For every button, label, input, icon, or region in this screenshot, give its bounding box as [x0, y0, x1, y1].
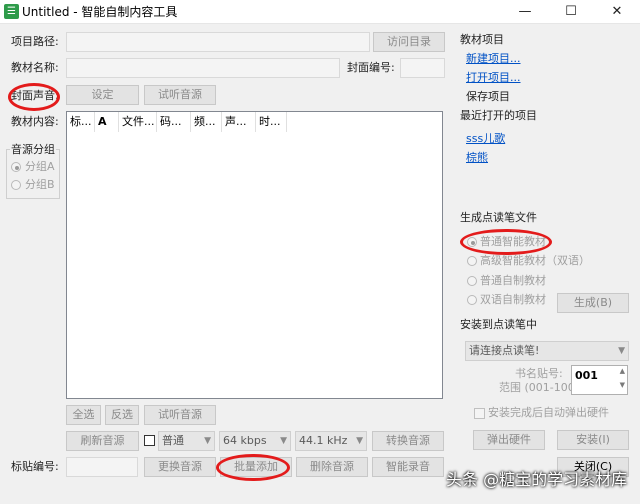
content-label: 教材内容:	[11, 115, 59, 128]
chevron-down-icon: ▼	[356, 436, 363, 446]
sticker-number-label: 标贴编号:	[11, 460, 59, 473]
generate-button[interactable]: 生成(B)	[557, 293, 629, 313]
column-header[interactable]: 声...	[222, 112, 256, 132]
sample-rate-value: 44.1 kHz	[299, 434, 348, 447]
invert-selection-button[interactable]: 反选	[105, 405, 139, 425]
project-path-input[interactable]	[66, 32, 370, 52]
textbook-name-input[interactable]	[66, 58, 340, 78]
preview-audio-button[interactable]: 试听音源	[144, 405, 216, 425]
highlight-ellipse	[460, 229, 552, 255]
highlight-ellipse	[216, 454, 290, 481]
eject-hardware-button[interactable]: 弹出硬件	[473, 430, 545, 450]
textbook-name-label: 教材名称:	[11, 61, 59, 74]
bitrate-select[interactable]: 64 kbps ▼	[219, 431, 291, 451]
visit-dir-button[interactable]: 访问目录	[373, 32, 445, 52]
quality-value: 普通	[162, 434, 184, 447]
new-project-link[interactable]: 新建项目...	[466, 51, 521, 67]
close-window-button[interactable]: ✕	[594, 0, 640, 24]
chevron-down-icon: ▼	[618, 346, 625, 356]
project-path-label: 项目路径:	[11, 35, 59, 48]
column-header[interactable]: 文件...	[119, 112, 157, 132]
book-sticker-input[interactable]: 001 ▲ ▼	[571, 365, 628, 395]
column-header[interactable]: 时...	[256, 112, 287, 132]
delete-audio-button[interactable]: 删除音源	[296, 457, 368, 477]
set-cover-sound-button[interactable]: 设定	[66, 85, 139, 105]
open-project-link[interactable]: 打开项目...	[466, 70, 521, 86]
pen-select-value: 请连接点读笔!	[469, 344, 540, 357]
spin-up-icon[interactable]: ▲	[620, 367, 625, 375]
chevron-down-icon: ▼	[280, 436, 287, 446]
advanced-smart-label: 高级智能教材（双语）	[480, 254, 590, 267]
smart-record-button[interactable]: 智能录音	[372, 457, 444, 477]
sample-rate-select[interactable]: 44.1 kHz ▼	[295, 431, 367, 451]
bilingual-custom-radio[interactable]	[467, 295, 477, 305]
chevron-down-icon: ▼	[204, 436, 211, 446]
refresh-audio-button[interactable]: 刷新音源	[66, 431, 139, 451]
column-header[interactable]: 频...	[191, 112, 222, 132]
book-sticker-value: 001	[575, 369, 598, 382]
column-header[interactable]: 标...	[67, 112, 95, 132]
group-b-label: 分组B	[25, 178, 55, 191]
bilingual-custom-label: 双语自制教材	[480, 293, 546, 306]
spin-down-icon[interactable]: ▼	[620, 381, 625, 389]
replace-audio-button[interactable]: 更换音源	[144, 457, 216, 477]
group-b-radio[interactable]	[11, 180, 21, 190]
normal-custom-label: 普通自制教材	[480, 274, 546, 287]
pen-select[interactable]: 请连接点读笔! ▼	[465, 341, 629, 361]
window-title: Untitled - 智能自制内容工具	[22, 5, 178, 19]
quality-checkbox[interactable]	[144, 435, 155, 446]
preview-cover-sound-button[interactable]: 试听音源	[144, 85, 216, 105]
cover-number-input[interactable]	[400, 58, 445, 78]
recent-section-title: 最近打开的项目	[460, 109, 537, 122]
sticker-number-input[interactable]	[66, 457, 138, 477]
content-list[interactable]: 标... A 文件... 码... 频... 声... 时...	[66, 111, 443, 399]
install-button[interactable]: 安装(I)	[557, 430, 629, 450]
maximize-button[interactable]: ☐	[548, 0, 594, 24]
column-header[interactable]: 码...	[157, 112, 191, 132]
project-section-title: 教材项目	[460, 33, 504, 46]
highlight-ellipse	[8, 83, 60, 111]
install-section-title: 安装到点读笔中	[460, 318, 537, 331]
column-header[interactable]: A	[95, 112, 119, 132]
app-icon: ☰	[4, 4, 19, 19]
auto-eject-checkbox[interactable]	[474, 408, 485, 419]
cover-number-label: 封面编号:	[347, 61, 395, 74]
normal-custom-radio[interactable]	[467, 276, 477, 286]
convert-audio-button[interactable]: 转换音源	[372, 431, 444, 451]
save-project-link[interactable]: 保存项目	[466, 89, 510, 105]
group-a-radio[interactable]	[11, 162, 21, 172]
minimize-button[interactable]: —	[502, 0, 548, 24]
generate-section-title: 生成点读笔文件	[460, 211, 537, 224]
auto-eject-label: 安装完成后自动弹出硬件	[488, 406, 609, 419]
group-a-label: 分组A	[25, 160, 55, 173]
bitrate-value: 64 kbps	[223, 434, 267, 447]
watermark: 头条 @糖宝的学习素材库	[446, 470, 628, 489]
range-label: 范围 (001-100)	[499, 381, 580, 394]
quality-select[interactable]: 普通 ▼	[158, 431, 215, 451]
recent-project-link[interactable]: sss儿歌	[466, 131, 505, 147]
audio-group-title: 音源分组	[10, 142, 56, 158]
advanced-smart-radio[interactable]	[467, 256, 477, 266]
select-all-button[interactable]: 全选	[66, 405, 101, 425]
recent-project-link[interactable]: 棕熊	[466, 150, 488, 166]
